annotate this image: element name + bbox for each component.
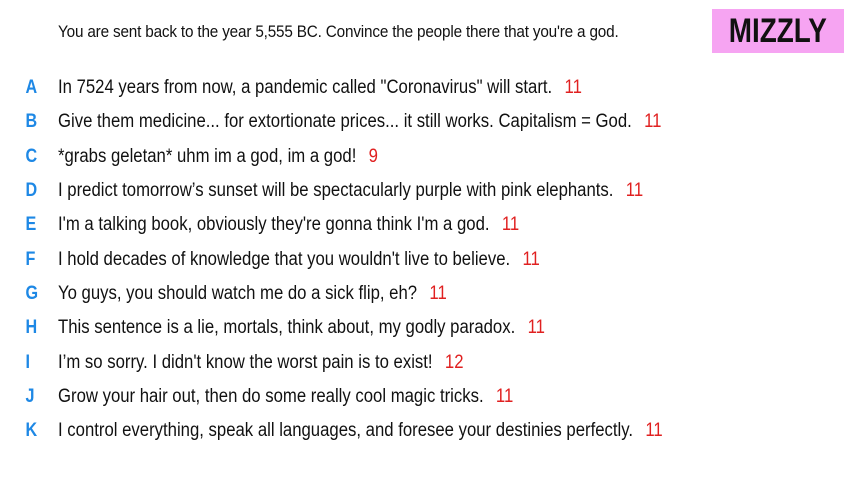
answer-score: 11 xyxy=(495,385,514,407)
answer-text: This sentence is a lie, mortals, think a… xyxy=(58,317,516,339)
answer-score: 11 xyxy=(564,77,582,99)
answer-letter: C xyxy=(25,145,38,167)
answer-letter: G xyxy=(25,282,39,304)
answer-item: D I predict tomorrow’s sunset will be sp… xyxy=(0,174,745,208)
answer-score: 11 xyxy=(625,180,644,202)
answer-item: G Yo guys, you should watch me do a sick… xyxy=(0,277,745,311)
brand-logo-text: MIZZLY xyxy=(728,11,828,50)
answer-text: I'm a talking book, obviously they're go… xyxy=(58,214,490,236)
answer-item: J Grow your hair out, then do some reall… xyxy=(0,380,745,414)
answer-score: 11 xyxy=(429,282,447,304)
answer-letter: B xyxy=(25,111,38,133)
answer-score: 11 xyxy=(644,111,662,133)
answer-item: A In 7524 years from now, a pandemic cal… xyxy=(0,71,745,105)
answer-text: I predict tomorrow’s sunset will be spec… xyxy=(58,180,614,202)
answer-letter: J xyxy=(25,385,35,407)
answer-text: Yo guys, you should watch me do a sick f… xyxy=(58,282,418,304)
answer-letter: H xyxy=(25,317,38,339)
answer-text: In 7524 years from now, a pandemic calle… xyxy=(58,77,553,99)
brand-logo: MIZZLY xyxy=(712,9,844,53)
answer-score: 11 xyxy=(501,214,520,236)
answer-item: H This sentence is a lie, mortals, think… xyxy=(0,311,745,345)
answer-item: E I'm a talking book, obviously they're … xyxy=(0,208,745,242)
answer-text: Give them medicine... for extortionate p… xyxy=(58,111,632,133)
answer-score: 11 xyxy=(645,420,663,442)
answer-item: K I control everything, speak all langua… xyxy=(0,414,745,448)
answer-letter: A xyxy=(25,77,38,99)
answer-letter: D xyxy=(25,180,38,202)
answer-text: I control everything, speak all language… xyxy=(58,420,634,442)
prompt-text: You are sent back to the year 5,555 BC. … xyxy=(58,22,619,41)
answer-score: 11 xyxy=(527,317,545,339)
answer-list: A In 7524 years from now, a pandemic cal… xyxy=(0,71,745,448)
answer-score: 9 xyxy=(368,145,378,167)
answer-text: I hold decades of knowledge that you wou… xyxy=(58,248,511,270)
answer-item: F I hold decades of knowledge that you w… xyxy=(0,242,745,276)
answer-text: Grow your hair out, then do some really … xyxy=(58,385,484,407)
answer-letter: E xyxy=(25,214,37,236)
answer-item: I I’m so sorry. I didn't know the worst … xyxy=(0,345,745,379)
answer-text: *grabs geletan* uhm im a god, im a god! xyxy=(58,145,357,167)
answer-letter: I xyxy=(25,351,30,373)
answer-letter: K xyxy=(25,420,38,442)
answer-letter: F xyxy=(25,248,36,270)
answer-item: C *grabs geletan* uhm im a god, im a god… xyxy=(0,140,745,174)
answer-score: 12 xyxy=(444,351,464,373)
answer-item: B Give them medicine... for extortionate… xyxy=(0,105,745,139)
answer-score: 11 xyxy=(522,248,540,270)
answer-text: I’m so sorry. I didn't know the worst pa… xyxy=(58,351,433,373)
